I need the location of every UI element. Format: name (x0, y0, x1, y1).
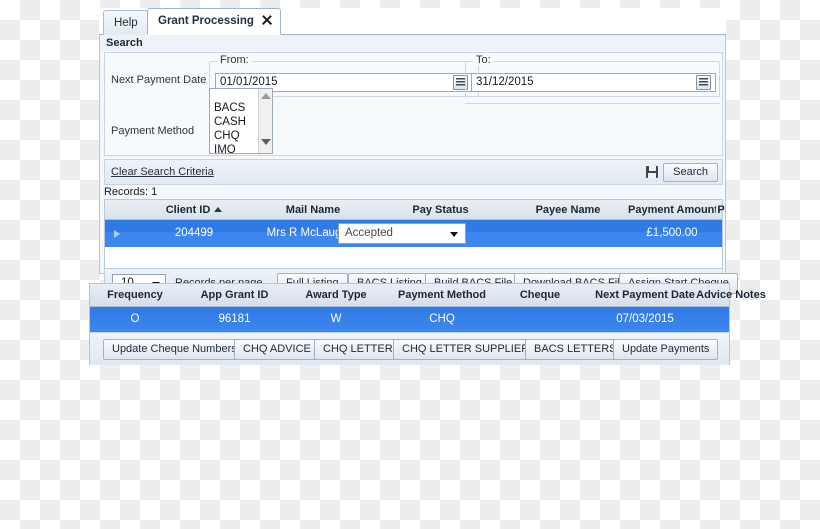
table-row[interactable]: 204499 Mrs R McLaughlin Accepted £1,500.… (105, 220, 722, 247)
next-payment-date-label: Next Payment Date (111, 74, 207, 86)
column-header-cheque[interactable]: Cheque (502, 284, 578, 307)
tab-help-label: Help (114, 17, 138, 29)
chq-advice-button[interactable]: CHQ ADVICE (234, 339, 320, 360)
chevron-up-icon[interactable] (261, 93, 271, 99)
column-header-payment-amount[interactable]: Payment Amount (628, 200, 716, 220)
payment-method-listbox[interactable]: BACS CASH CHQ IMO (209, 88, 273, 154)
column-header-award-type[interactable]: Award Type (291, 284, 381, 307)
pay-status-value: Accepted (345, 227, 393, 239)
column-header-frequency[interactable]: Frequency (94, 284, 176, 307)
clear-search-criteria-link[interactable]: Clear Search Criteria (111, 166, 214, 178)
expand-row-icon[interactable] (114, 230, 120, 238)
cell-payment-method: CHQ (429, 313, 455, 325)
column-header-payee-name[interactable]: Payee Name (508, 200, 628, 220)
column-header-advice-notes[interactable]: Advice Notes (646, 284, 816, 307)
calendar-icon-to[interactable] (696, 75, 711, 90)
to-date-legend: To: (473, 54, 494, 66)
results-grid: Client ID Mail Name Pay Status Payee Nam… (104, 199, 725, 270)
records-label: Records: (104, 186, 149, 198)
chq-letter-button[interactable]: CHQ LETTER (314, 339, 402, 360)
update-payments-button[interactable]: Update Payments (613, 339, 719, 360)
cell-award-type: W (330, 313, 342, 325)
cell-client-id: 204499 (174, 227, 214, 239)
search-button[interactable]: Search (663, 163, 718, 182)
column-header-truncated[interactable]: P (716, 200, 726, 220)
detail-grid-header: Frequency App Grant ID Award Type Paymen… (90, 284, 766, 307)
sort-ascending-icon (214, 207, 223, 212)
search-section-title: Search (100, 35, 725, 51)
detail-button-bar: Update Cheque Numbers CHQ ADVICE CHQ LET… (90, 332, 729, 365)
payment-method-label: Payment Method (111, 125, 195, 137)
listbox-scrollbar[interactable] (258, 89, 272, 153)
cell-payment-amount: £1,500.00 (646, 227, 698, 239)
column-header-pay-status[interactable]: Pay Status (373, 200, 508, 220)
cell-frequency: O (130, 313, 140, 325)
column-header-payment-method[interactable]: Payment Method (382, 284, 502, 307)
tab-help[interactable]: Help (103, 10, 149, 35)
search-results-panel: Search Next Payment Date From: 01/01/201… (99, 35, 738, 298)
update-cheque-numbers-button[interactable]: Update Cheque Numbers (103, 339, 246, 360)
chevron-down-icon[interactable] (261, 139, 271, 145)
chevron-down-icon (450, 232, 458, 237)
bacs-letters-button[interactable]: BACS LETTERS (525, 339, 626, 360)
records-count: 1 (151, 186, 158, 198)
chq-letter-supplier-button[interactable]: CHQ LETTER SUPPLIER (393, 339, 539, 360)
save-icon[interactable] (646, 166, 658, 178)
cell-app-grant-id: 96181 (218, 313, 251, 325)
tab-grant-processing-label: Grant Processing (158, 15, 254, 27)
criteria-divider (465, 103, 720, 104)
column-header-client-id-label: Client ID (165, 204, 211, 216)
detail-table-row[interactable]: O 96181 W CHQ 07/03/2015 (90, 307, 729, 332)
search-criteria-area: Next Payment Date From: 01/01/2015 To: 3… (104, 52, 723, 156)
from-date-legend: From: (217, 54, 252, 66)
search-action-bar: Clear Search Criteria Search (104, 159, 723, 185)
payment-detail-panel: Frequency App Grant ID Award Type Paymen… (89, 283, 766, 365)
column-header-mail-name[interactable]: Mail Name (253, 200, 373, 220)
pay-status-dropdown[interactable]: Accepted (338, 223, 466, 244)
tab-grant-processing[interactable]: Grant Processing (147, 8, 281, 35)
records-count-line: Records: 1 (104, 186, 157, 198)
column-header-app-grant-id[interactable]: App Grant ID (182, 284, 287, 307)
column-header-client-id[interactable]: Client ID (135, 200, 253, 220)
close-icon[interactable] (261, 14, 273, 26)
cell-next-payment-date: 07/03/2015 (616, 313, 674, 325)
results-grid-header: Client ID Mail Name Pay Status Payee Nam… (105, 200, 725, 220)
to-date-input[interactable]: 31/12/2015 (471, 73, 716, 92)
tab-strip: Help Grant Processing (99, 8, 726, 35)
